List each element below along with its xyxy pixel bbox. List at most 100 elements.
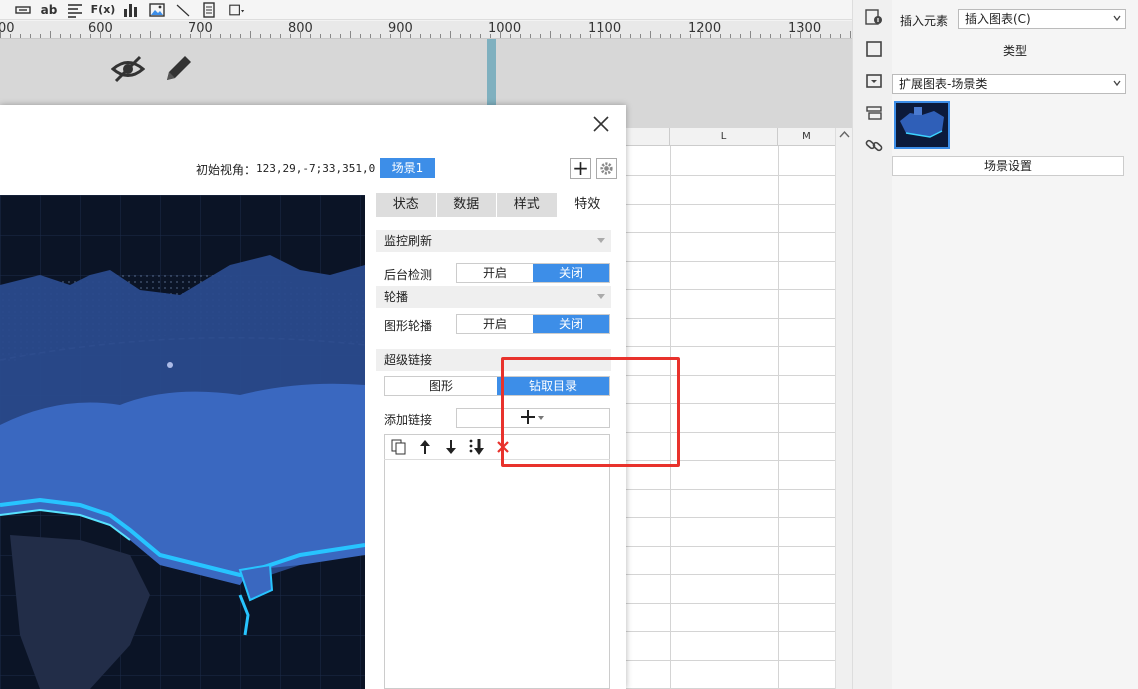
scene-chart-thumbnail[interactable] [894,101,950,149]
highlight-annotation-box [501,357,680,467]
initial-view-label: 初始视角： [196,163,257,177]
align-left-icon[interactable] [66,2,84,18]
ruler-tick [630,34,631,38]
ab-text-icon[interactable]: ab [40,2,58,18]
link-list[interactable] [384,434,610,689]
ruler-tick [300,31,301,38]
ruler-tick [530,34,531,38]
toggle-close-button[interactable]: 关闭 [533,264,609,282]
ruler-tick [400,31,401,38]
column-header-m[interactable]: M [778,128,836,146]
toggle-open-button[interactable]: 开启 [457,264,533,282]
ruler-tick [460,34,461,38]
ruler-tick [290,34,291,38]
grid-line [626,660,836,661]
ruler-tick [590,34,591,38]
ruler-tick [60,34,61,38]
ruler-tick [660,34,661,38]
ruler-tick [480,34,481,38]
link-type-graphic-button[interactable]: 图形 [385,377,497,395]
ruler-tick [260,34,261,38]
arrow-down-icon[interactable] [442,438,460,456]
map-thumbnail-image [896,103,948,147]
ruler-tick [240,34,241,38]
ruler-tick [220,34,221,38]
slash-icon[interactable] [174,2,192,18]
scene-tab-1[interactable]: 场景1 [380,158,435,178]
section-carousel[interactable]: 轮播 [376,286,611,308]
insert-element-select[interactable]: 插入图表(C) [958,9,1126,29]
graphic-carousel-toggle: 开启 关闭 [456,314,610,334]
ruler-position-marker [487,39,496,109]
column-header-l[interactable]: L [670,128,778,146]
scene-settings-button[interactable]: 场景设置 [892,156,1124,176]
pencil-icon[interactable] [163,52,195,84]
ruler-tick [450,31,451,38]
arrow-up-icon[interactable] [416,438,434,456]
image-icon[interactable] [148,2,166,18]
ruler-tick [40,34,41,38]
ruler-tick [50,31,51,38]
ruler-tick [490,34,491,38]
gear-icon[interactable] [596,158,617,179]
graphic-carousel-label: 图形轮播 [384,319,433,333]
grid-line [778,146,779,689]
column-header[interactable] [626,128,670,146]
chart-type-value: 扩展图表-场景类 [899,77,988,91]
scroll-up-icon[interactable] [836,128,853,142]
link-icon[interactable] [865,136,883,154]
ruler-tick [580,34,581,38]
collapse-arrow-icon[interactable] [597,294,605,299]
ruler-tick [390,34,391,38]
layers-icon[interactable] [865,104,883,122]
ruler-tick [780,34,781,38]
close-icon[interactable] [590,113,612,135]
chart-type-select[interactable]: 扩展图表-场景类 [892,74,1126,94]
ruler-tick [30,34,31,38]
ruler-tick [180,34,181,38]
grid-line [626,204,836,205]
element-properties-icon[interactable] [865,8,883,26]
ruler-tick [770,34,771,38]
ruler-tick [350,31,351,38]
ruler-tick [610,34,611,38]
tab-status[interactable]: 状态 [376,193,437,217]
scene-preview-map[interactable] [0,195,365,689]
ruler-tick [740,34,741,38]
eye-slash-icon[interactable] [110,54,146,84]
chevron-down-icon[interactable] [1113,14,1121,22]
tab-data[interactable]: 数据 [436,193,497,217]
chevron-down-icon[interactable] [1113,79,1121,87]
ruler-tick [690,34,691,38]
document-icon[interactable] [200,1,218,18]
move-bottom-icon[interactable] [468,438,486,456]
ruler-tick [80,34,81,38]
section-title: 轮播 [384,290,409,304]
tab-style[interactable]: 样式 [497,193,558,217]
section-title: 超级链接 [384,353,433,367]
ruler-tick [600,31,601,38]
square-icon[interactable] [865,40,883,58]
border-icon[interactable] [226,2,248,18]
ruler-tick [720,34,721,38]
ruler-tick [200,31,201,38]
toggle-close-button[interactable]: 关闭 [533,315,609,333]
formula-icon[interactable]: F(x) [91,2,116,18]
toggle-open-button[interactable]: 开启 [457,315,533,333]
ruler-tick [90,34,91,38]
copy-icon[interactable] [390,438,408,456]
ruler-tick [750,31,751,38]
tab-effects[interactable]: 特效 [557,193,618,217]
section-monitor-refresh[interactable]: 监控刷新 [376,230,611,252]
ruler-tick [190,34,191,38]
vertical-scrollbar[interactable] [835,128,852,689]
add-scene-button[interactable]: + [570,158,591,179]
ruler-label: 1200 [688,21,722,36]
ruler-tick [730,34,731,38]
text-field-icon[interactable] [14,2,32,18]
collapse-arrow-icon[interactable] [597,238,605,243]
bar-chart-icon[interactable] [122,2,140,18]
ruler-tick [430,34,431,38]
dropdown-widget-icon[interactable] [865,72,883,90]
ruler-tick [810,34,811,38]
